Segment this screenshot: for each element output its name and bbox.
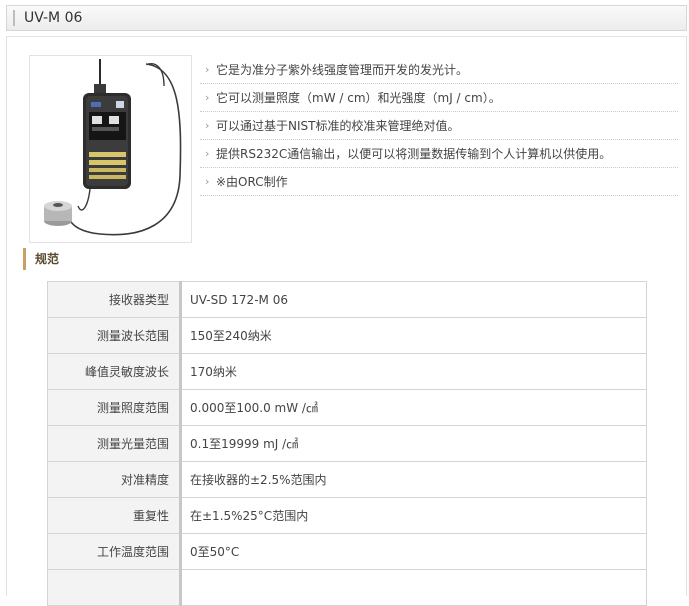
table-row: 测量波长范围 150至240纳米 xyxy=(47,317,647,354)
title-bar: UV-M 06 xyxy=(6,5,687,31)
spec-label: 峰值灵敏度波长 xyxy=(47,353,182,390)
table-row: 工作温度范围 0至50°C xyxy=(47,533,647,570)
spec-label: 接收器类型 xyxy=(47,281,182,318)
feature-text: 它可以测量照度（mW / cm）和光强度（mJ / cm）。 xyxy=(216,91,501,105)
spec-value: 170纳米 xyxy=(180,353,647,390)
spec-label: 重复性 xyxy=(47,497,182,534)
uv-meter-illustration xyxy=(44,59,182,236)
feature-item: › 可以通过基于NIST标准的校准来管理绝对值。 xyxy=(200,113,678,140)
spec-heading: 规范 xyxy=(23,248,59,270)
feature-item: › 提供RS232C通信输出，以便可以将测量数据传输到个人计算机以供使用。 xyxy=(200,141,678,168)
bullet-icon: › xyxy=(205,119,210,132)
feature-item: › 它可以测量照度（mW / cm）和光强度（mJ / cm）。 xyxy=(200,85,678,112)
spec-value xyxy=(180,569,647,606)
table-row: 接收器类型 UV-SD 172-M 06 xyxy=(47,281,647,318)
spec-value: 在±1.5%25°C范围内 xyxy=(180,497,647,534)
bullet-icon: › xyxy=(205,91,210,104)
feature-text: 提供RS232C通信输出，以便可以将测量数据传输到个人计算机以供使用。 xyxy=(216,147,612,161)
table-row: 峰值灵敏度波长 170纳米 xyxy=(47,353,647,390)
spec-value: 0.1至19999 mJ /㎠ xyxy=(180,425,647,462)
product-image xyxy=(29,55,192,243)
bullet-icon: › xyxy=(205,63,210,76)
bullet-icon: › xyxy=(205,147,210,160)
spec-label: 对准精度 xyxy=(47,461,182,498)
page-title: UV-M 06 xyxy=(24,10,83,26)
feature-list: › 它是为准分子紫外线强度管理而开发的发光计。 › 它可以测量照度（mW / cm）… xyxy=(200,57,678,197)
spec-label: 工作温度范围 xyxy=(47,533,182,570)
table-row xyxy=(47,569,647,606)
feature-item: › ※由ORC制作 xyxy=(200,169,678,196)
spec-label xyxy=(47,569,182,606)
spec-value: 0.000至100.0 mW /㎠ xyxy=(180,389,647,426)
spec-value: 0至50°C xyxy=(180,533,647,570)
spec-value: 在接收器的±2.5%范围内 xyxy=(180,461,647,498)
spec-value: 150至240纳米 xyxy=(180,317,647,354)
spec-label: 测量光量范围 xyxy=(47,425,182,462)
table-row: 测量照度范围 0.000至100.0 mW /㎠ xyxy=(47,389,647,426)
spec-value: UV-SD 172-M 06 xyxy=(180,281,647,318)
content-panel: › 它是为准分子紫外线强度管理而开发的发光计。 › 它可以测量照度（mW / cm）… xyxy=(6,36,687,606)
spec-label: 测量波长范围 xyxy=(47,317,182,354)
title-marker xyxy=(13,10,15,26)
table-row: 对准精度 在接收器的±2.5%范围内 xyxy=(47,461,647,498)
feature-item: › 它是为准分子紫外线强度管理而开发的发光计。 xyxy=(200,57,678,84)
spec-label: 测量照度范围 xyxy=(47,389,182,426)
feature-text: 它是为准分子紫外线强度管理而开发的发光计。 xyxy=(216,63,469,77)
table-row: 测量光量范围 0.1至19999 mJ /㎠ xyxy=(47,425,647,462)
bullet-icon: › xyxy=(205,175,210,188)
feature-text: 可以通过基于NIST标准的校准来管理绝对值。 xyxy=(216,119,460,133)
table-row: 重复性 在±1.5%25°C范围内 xyxy=(47,497,647,534)
spec-table: 接收器类型 UV-SD 172-M 06 测量波长范围 150至240纳米 峰值灵敏… xyxy=(47,281,647,606)
feature-text: ※由ORC制作 xyxy=(216,175,288,189)
